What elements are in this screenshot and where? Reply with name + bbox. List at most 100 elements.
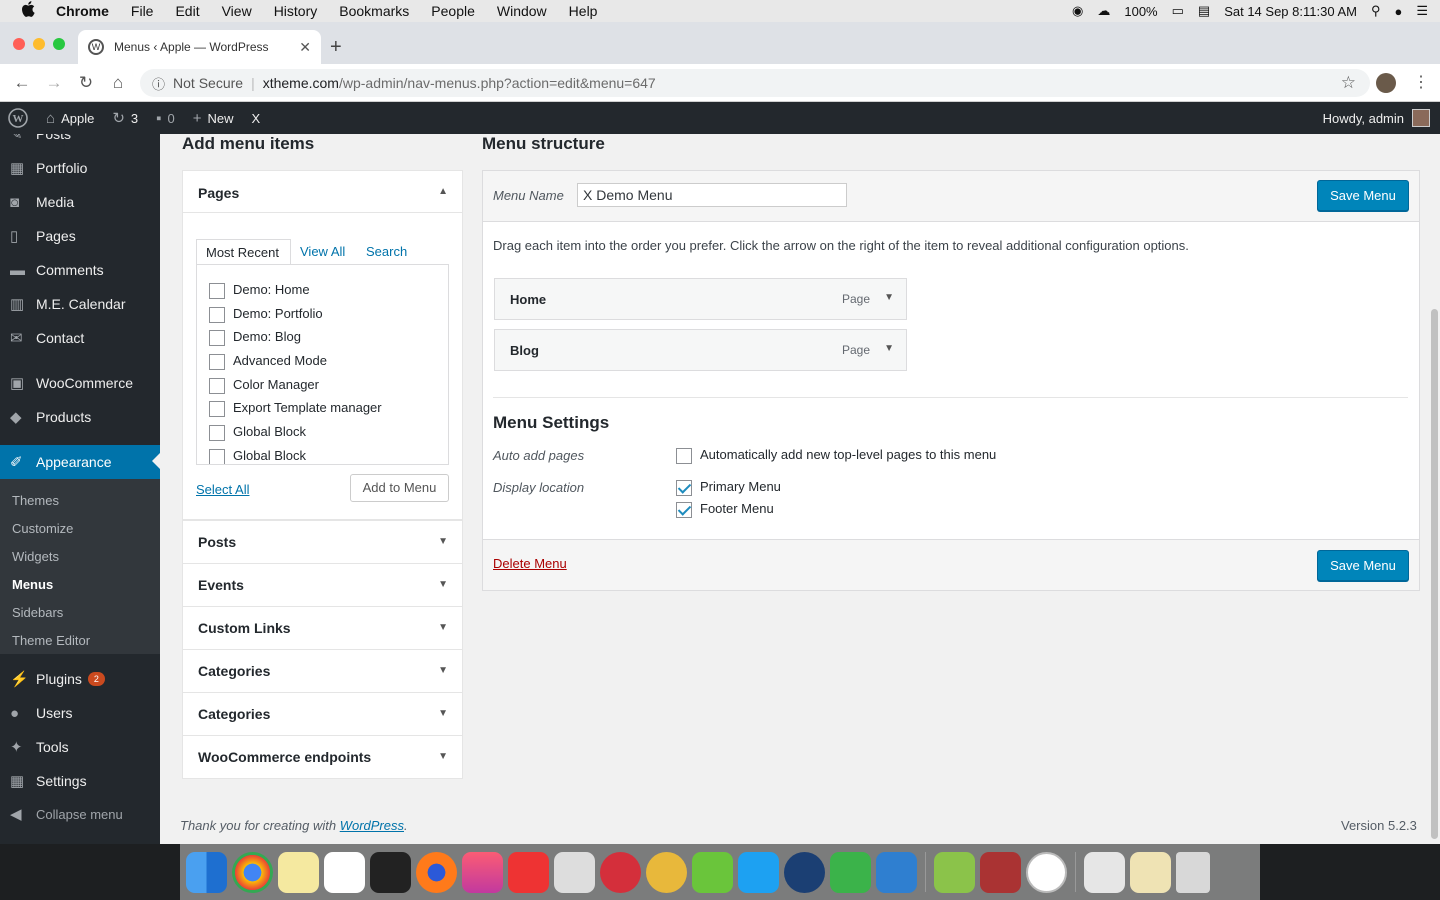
wordpress-link[interactable]: WordPress xyxy=(340,818,404,833)
categories-panel-2[interactable]: Categories ▼ xyxy=(182,692,463,736)
close-window-button[interactable] xyxy=(13,38,25,50)
codekit-icon[interactable] xyxy=(830,851,871,893)
apple-icon[interactable] xyxy=(0,1,56,21)
checkbox[interactable] xyxy=(209,400,225,417)
user-avatar[interactable] xyxy=(1412,109,1430,127)
expand-arrow-icon[interactable]: ▼ xyxy=(884,292,894,303)
firefox-icon[interactable] xyxy=(416,851,457,893)
list-item[interactable]: Advanced Mode xyxy=(209,353,327,370)
submenu-sidebars[interactable]: Sidebars xyxy=(12,605,63,620)
chrome-menu-icon[interactable]: ⋮ xyxy=(1413,72,1429,92)
submenu-menus[interactable]: Menus xyxy=(12,577,53,592)
sidebar-item-calendar[interactable]: ▥ M.E. Calendar xyxy=(0,287,160,321)
profile-avatar[interactable] xyxy=(1376,73,1396,93)
back-icon[interactable]: ← xyxy=(6,73,38,93)
clock[interactable]: Sat 14 Sep 8:11:30 AM xyxy=(1224,4,1357,19)
sequel-pro-icon[interactable] xyxy=(554,851,595,893)
airmail-icon[interactable] xyxy=(600,851,641,893)
list-item[interactable]: Export Template manager xyxy=(209,400,382,417)
pages-panel-title[interactable]: Pages xyxy=(198,185,239,201)
sidebar-item-media[interactable]: ◙ Media xyxy=(0,185,160,219)
checkbox[interactable] xyxy=(209,282,225,299)
auto-add-checkbox[interactable] xyxy=(676,447,692,464)
custom-links-panel[interactable]: Custom Links ▼ xyxy=(182,606,463,650)
expand-arrow-icon[interactable]: ▼ xyxy=(884,343,894,354)
menu-people[interactable]: People xyxy=(420,3,486,19)
finder-icon[interactable] xyxy=(186,851,227,893)
menu-window[interactable]: Window xyxy=(486,3,558,19)
siri-icon[interactable]: ● xyxy=(1394,4,1402,19)
sidebar-item-portfolio[interactable]: ▦ Portfolio xyxy=(0,151,160,185)
app-circle-icon[interactable] xyxy=(1026,851,1067,893)
scrivener-icon[interactable] xyxy=(876,851,917,893)
collapse-menu[interactable]: ◀ Collapse menu xyxy=(0,797,160,831)
expand-arrow-icon[interactable]: ▼ xyxy=(438,536,448,547)
auto-add-option[interactable]: Automatically add new top-level pages to… xyxy=(676,447,996,464)
list-item[interactable]: Global Block xyxy=(209,424,306,441)
twitter-icon[interactable] xyxy=(738,851,779,893)
menu-file[interactable]: File xyxy=(120,3,165,19)
slack-icon[interactable] xyxy=(324,851,365,893)
sidebar-item-comments[interactable]: ▬ Comments xyxy=(0,253,160,287)
delete-menu-link[interactable]: Delete Menu xyxy=(493,556,567,571)
primary-menu-checkbox[interactable] xyxy=(676,479,692,496)
facetime-icon[interactable] xyxy=(934,851,975,893)
submenu-customize[interactable]: Customize xyxy=(12,521,73,536)
checkbox[interactable] xyxy=(209,424,225,441)
location-footer-option[interactable]: Footer Menu xyxy=(676,501,774,518)
location-primary-option[interactable]: Primary Menu xyxy=(676,479,781,496)
address-bar[interactable]: ⓘ Not Secure | xtheme.com/wp-admin/nav-m… xyxy=(140,69,1370,97)
expand-arrow-icon[interactable]: ▼ xyxy=(438,708,448,719)
menu-name-input[interactable] xyxy=(577,183,847,207)
menu-edit[interactable]: Edit xyxy=(164,3,210,19)
reload-icon[interactable]: ↻ xyxy=(70,73,102,93)
howdy-user[interactable]: Howdy, admin xyxy=(1323,111,1404,126)
downloads-stack-icon[interactable] xyxy=(1130,851,1171,893)
save-menu-button-top[interactable]: Save Menu xyxy=(1317,180,1409,211)
new-tab-icon[interactable]: + xyxy=(330,36,342,59)
expand-arrow-icon[interactable]: ▼ xyxy=(438,751,448,762)
sidebar-item-appearance[interactable]: ✐ Appearance xyxy=(0,445,160,479)
checkbox[interactable] xyxy=(209,306,225,323)
list-item[interactable]: Demo: Home xyxy=(209,282,310,299)
sidebar-item-posts[interactable]: ✎ Posts xyxy=(0,134,160,151)
menu-help[interactable]: Help xyxy=(558,3,609,19)
record-icon[interactable]: ◉ xyxy=(1072,3,1083,19)
sidebar-item-products[interactable]: ◆ Products xyxy=(0,400,160,434)
x-theme-link[interactable]: X xyxy=(242,111,269,126)
list-item[interactable]: Demo: Portfolio xyxy=(209,306,323,323)
menu-item-home[interactable]: Home Page ▼ xyxy=(494,278,907,320)
menu-view[interactable]: View xyxy=(211,3,263,19)
spotlight-search-icon[interactable]: ⚲ xyxy=(1371,3,1381,19)
tab-search[interactable]: Search xyxy=(366,244,407,259)
updates-link[interactable]: ↻ 3 xyxy=(103,109,147,127)
sidebar-item-users[interactable]: ● Users xyxy=(0,696,160,730)
posts-panel[interactable]: Posts ▼ xyxy=(182,520,463,564)
cloud-sync-icon[interactable]: ☁ xyxy=(1097,3,1110,19)
trash-icon[interactable] xyxy=(1176,851,1210,893)
close-tab-icon[interactable]: ✕ xyxy=(299,39,311,56)
submenu-themes[interactable]: Themes xyxy=(12,493,59,508)
sidebar-item-settings[interactable]: ▦ Settings xyxy=(0,764,160,798)
new-content-link[interactable]: + New xyxy=(184,110,243,127)
sidebar-item-woocommerce[interactable]: ▣ WooCommerce xyxy=(0,366,160,400)
bookmark-star-icon[interactable]: ☆ xyxy=(1341,73,1356,93)
documents-stack-icon[interactable] xyxy=(1084,851,1125,893)
comments-link[interactable]: ▪ 0 xyxy=(147,110,184,127)
list-item[interactable]: Demo: Blog xyxy=(209,329,301,346)
info-icon[interactable]: ⓘ xyxy=(152,74,165,93)
site-name-link[interactable]: ⌂ Apple xyxy=(37,110,103,127)
menu-history[interactable]: History xyxy=(263,3,329,19)
notes-icon[interactable] xyxy=(278,851,319,893)
events-panel[interactable]: Events ▼ xyxy=(182,563,463,607)
photo-booth-icon[interactable] xyxy=(980,851,1021,893)
feedly-icon[interactable] xyxy=(692,851,733,893)
checkbox[interactable] xyxy=(209,448,225,464)
minimize-window-button[interactable] xyxy=(33,38,45,50)
atom-icon[interactable] xyxy=(646,851,687,893)
checkbox[interactable] xyxy=(209,377,225,394)
terminal-icon[interactable] xyxy=(370,851,411,893)
wordpress-logo-icon[interactable]: W xyxy=(0,108,37,128)
page-scrollbar[interactable] xyxy=(1431,309,1438,839)
quicktime-icon[interactable] xyxy=(784,851,825,893)
